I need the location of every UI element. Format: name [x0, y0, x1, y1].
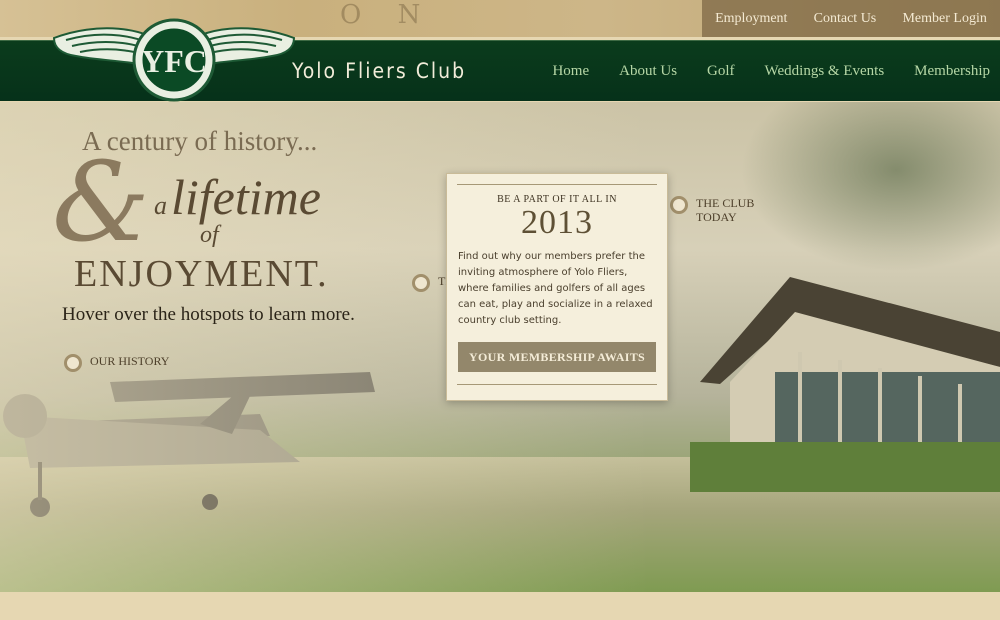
hotspot-label-line1: THE CLUB	[696, 196, 755, 210]
word-a: a	[154, 191, 167, 220]
footer-strip	[0, 592, 1000, 620]
club-logo-icon[interactable]: YFC	[46, 16, 302, 106]
nav-about-us[interactable]: About Us	[619, 63, 677, 80]
hero-ampersand: &	[52, 138, 150, 266]
logo-monogram: YFC	[141, 43, 207, 79]
hotspot-label[interactable]: THE CLUB TODAY	[696, 196, 754, 224]
tree-canopy	[740, 102, 1000, 272]
hotspot-dot-icon[interactable]	[412, 274, 430, 292]
hotspot-dot-icon[interactable]	[670, 196, 688, 214]
nav-golf[interactable]: Golf	[707, 63, 735, 80]
membership-popup: BE A PART OF IT ALL IN 2013 Find out why…	[446, 173, 668, 401]
membership-cta-button[interactable]: YOUR MEMBERSHIP AWAITS	[458, 342, 656, 372]
word-of: of	[200, 222, 219, 248]
member-login-link[interactable]: Member Login	[902, 11, 986, 27]
employment-link[interactable]: Employment	[715, 11, 787, 27]
popup-divider-bottom	[457, 384, 657, 385]
nav-membership[interactable]: Membership	[914, 63, 990, 80]
main-nav: Home About Us Golf Weddings & Events Mem…	[522, 63, 990, 80]
hotspot-dot-icon[interactable]	[64, 354, 82, 372]
hotspot-club-today[interactable]: THE CLUB TODAY	[670, 196, 754, 224]
hotspot-label[interactable]: OUR HISTORY	[90, 354, 169, 368]
popup-divider-top	[457, 184, 657, 185]
hotspot-label-line2: TODAY	[696, 210, 737, 224]
hero-headline-lifetime: alifetime	[154, 168, 321, 226]
hover-instruction: Hover over the hotspots to learn more.	[62, 304, 355, 325]
nav-home[interactable]: Home	[552, 63, 589, 80]
nav-weddings-events[interactable]: Weddings & Events	[765, 63, 885, 80]
contact-us-link[interactable]: Contact Us	[814, 11, 877, 27]
map-texture: O N	[340, 0, 435, 30]
hotspot-our-history[interactable]: OUR HISTORY	[64, 354, 169, 372]
word-enjoyment: ENJOYMENT.	[74, 253, 329, 295]
hotspot-partial[interactable]: TI	[412, 274, 449, 292]
word-lifetime: lifetime	[171, 169, 321, 225]
site-title: Yolo Fliers Club	[292, 59, 467, 83]
utility-nav: Employment Contact Us Member Login	[702, 0, 1000, 37]
popup-year: 2013	[521, 204, 593, 241]
clubhouse-illustration	[690, 277, 1000, 492]
popup-body: Find out why our members prefer the invi…	[458, 251, 653, 326]
